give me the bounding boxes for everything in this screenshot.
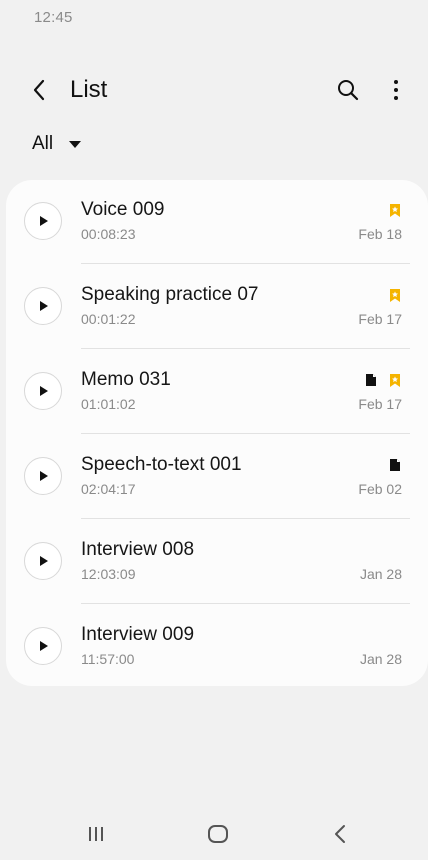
recording-name: Memo 031 <box>81 369 171 390</box>
recording-duration: 00:08:23 <box>81 226 136 242</box>
recording-duration: 11:57:00 <box>81 651 135 667</box>
recording-row[interactable]: Speech-to-text 001 02:04:17 Feb 02 <box>6 435 428 519</box>
recording-status-icons <box>388 286 402 304</box>
row-divider <box>81 518 410 519</box>
row-divider <box>81 603 410 604</box>
recording-date: Jan 28 <box>359 566 402 582</box>
back-chevron-icon <box>33 79 45 101</box>
transcript-file-icon <box>364 372 378 388</box>
back-button[interactable] <box>24 75 54 105</box>
voice-recorder-list-screen: 12:45 List All Voice 009 00:08:23 Feb 18 Sp… <box>0 0 428 860</box>
play-button[interactable] <box>24 627 62 665</box>
play-icon <box>40 386 48 396</box>
more-options-button[interactable] <box>382 74 410 106</box>
filter-label: All <box>32 133 54 154</box>
recording-row[interactable]: Speaking practice 07 00:01:22 Feb 17 <box>6 265 428 349</box>
recording-duration: 01:01:02 <box>81 396 136 412</box>
status-time: 12:45 <box>34 9 73 26</box>
recording-name: Interview 009 <box>81 624 195 645</box>
play-icon <box>40 556 48 566</box>
recording-name: Speech-to-text 001 <box>81 454 242 475</box>
recents-icon <box>89 827 103 841</box>
recording-date: Feb 17 <box>358 311 402 327</box>
recording-status-icons <box>364 371 402 389</box>
recording-duration: 02:04:17 <box>81 481 136 497</box>
recording-row[interactable]: Voice 009 00:08:23 Feb 18 <box>6 180 428 264</box>
recording-duration: 00:01:22 <box>81 311 136 327</box>
play-button[interactable] <box>24 202 62 240</box>
more-vertical-icon <box>394 80 398 100</box>
bookmark-icon <box>388 372 402 388</box>
play-icon <box>40 216 48 226</box>
recents-button[interactable] <box>76 820 116 848</box>
page-title: List <box>70 76 108 103</box>
search-button[interactable] <box>332 74 364 106</box>
caret-down-icon <box>69 140 82 148</box>
recording-name: Speaking practice 07 <box>81 284 259 305</box>
play-icon <box>40 641 48 651</box>
bookmark-icon <box>388 287 402 303</box>
search-icon <box>338 80 359 101</box>
recording-duration: 12:03:09 <box>81 566 136 582</box>
play-icon <box>40 471 48 481</box>
recording-status-icons <box>388 201 402 219</box>
recording-date: Jan 28 <box>359 651 402 667</box>
recording-name: Interview 008 <box>81 539 195 560</box>
home-icon <box>208 825 228 843</box>
recording-date: Feb 02 <box>358 481 402 497</box>
app-bar: List <box>0 66 428 112</box>
recordings-list: Voice 009 00:08:23 Feb 18 Speaking practice… <box>6 180 428 686</box>
row-divider <box>81 263 410 264</box>
transcript-file-icon <box>388 457 402 473</box>
recording-date: Feb 17 <box>358 396 402 412</box>
filter-dropdown[interactable]: All <box>32 130 82 158</box>
status-bar: 12:45 <box>0 0 428 34</box>
recording-row[interactable]: Interview 009 11:57:00 Jan 28 <box>6 605 428 686</box>
play-button[interactable] <box>24 542 62 580</box>
back-icon <box>335 825 345 843</box>
recording-status-icons <box>388 456 402 474</box>
play-button[interactable] <box>24 372 62 410</box>
recording-name: Voice 009 <box>81 199 165 220</box>
play-button[interactable] <box>24 457 62 495</box>
nav-back-button[interactable] <box>320 820 360 848</box>
system-navigation-bar <box>0 806 428 860</box>
play-button[interactable] <box>24 287 62 325</box>
recording-date: Feb 18 <box>358 226 402 242</box>
row-divider <box>81 348 410 349</box>
recording-row[interactable]: Memo 031 01:01:02 Feb 17 <box>6 350 428 434</box>
bookmark-icon <box>388 202 402 218</box>
home-button[interactable] <box>198 820 238 848</box>
row-divider <box>81 433 410 434</box>
recording-row[interactable]: Interview 008 12:03:09 Jan 28 <box>6 520 428 604</box>
play-icon <box>40 301 48 311</box>
